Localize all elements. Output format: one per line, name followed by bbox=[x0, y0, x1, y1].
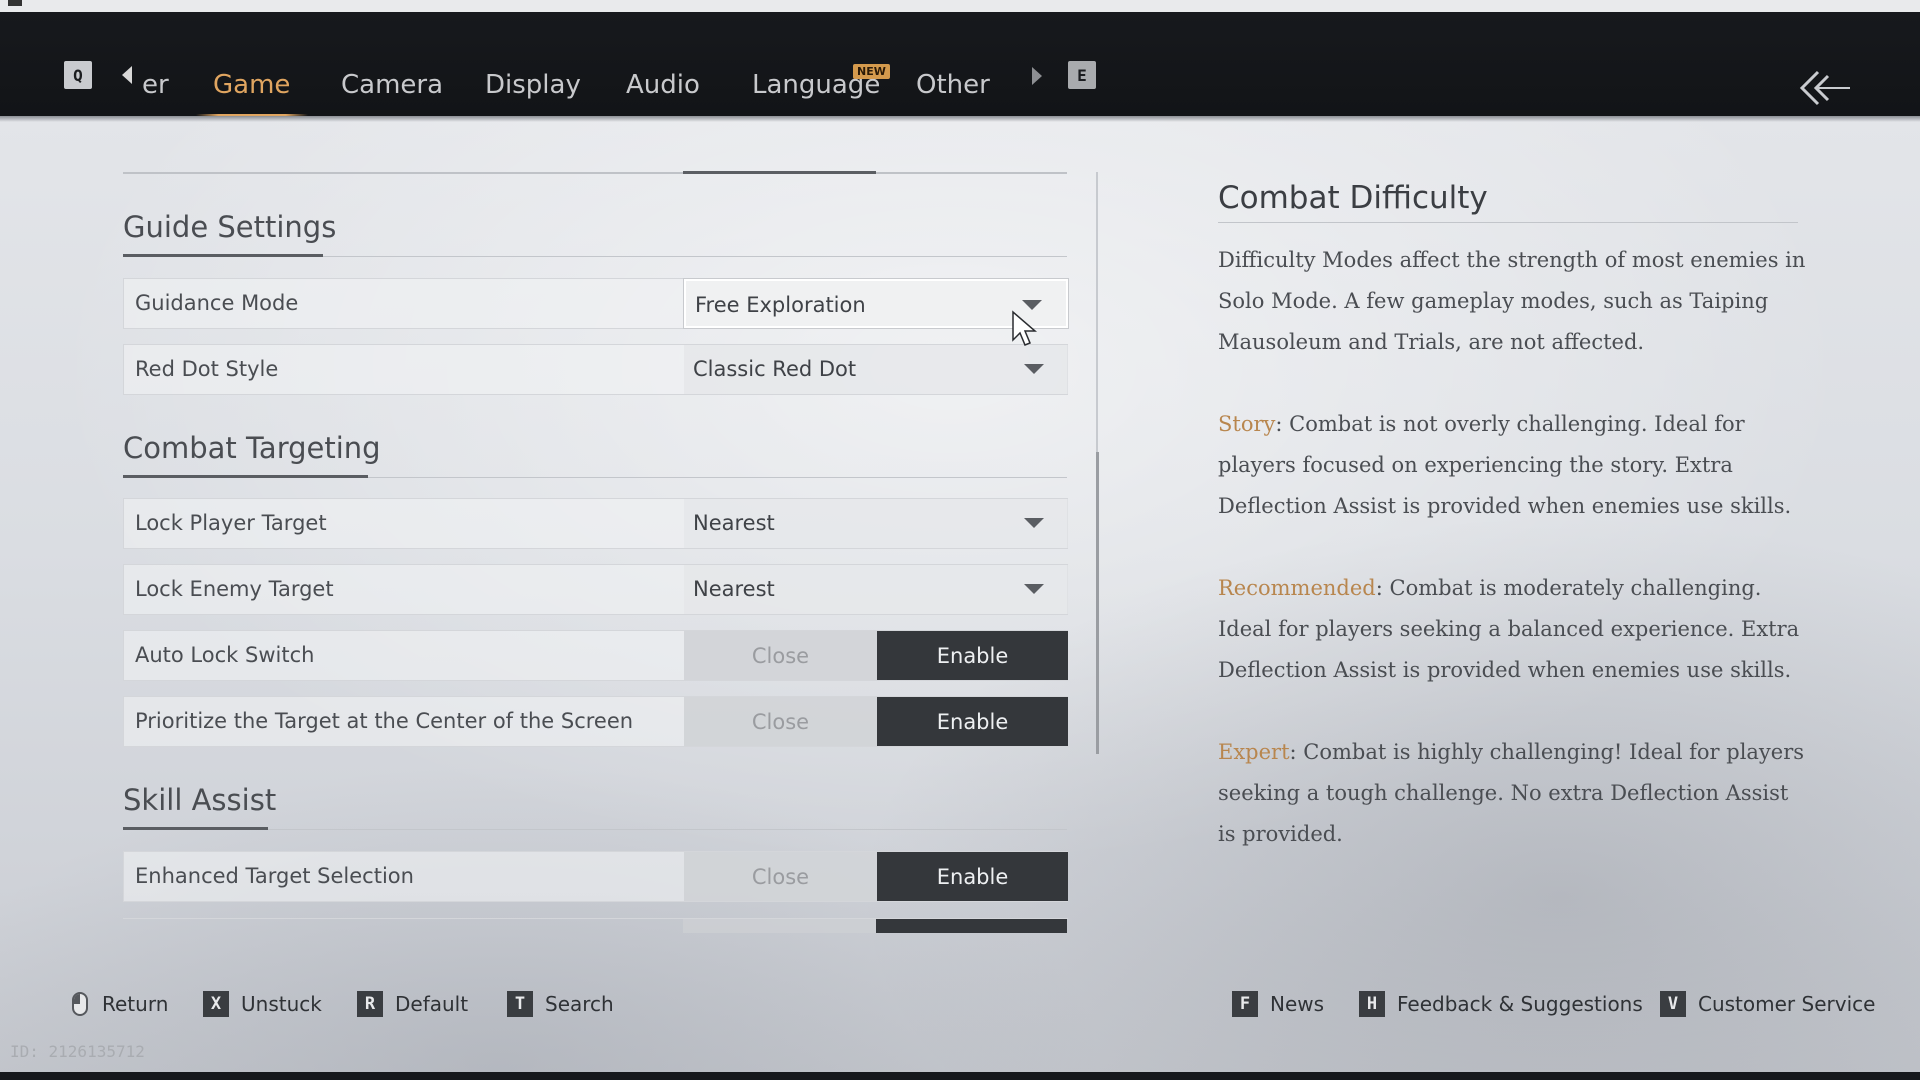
section-accent bbox=[123, 254, 323, 257]
setting-row-auto-lock-switch: Auto Lock Switch Close Enable bbox=[123, 630, 1068, 681]
enable-toggle-button[interactable]: Enable bbox=[877, 631, 1068, 680]
customer-service-hint[interactable]: V Customer Service bbox=[1660, 990, 1875, 1018]
mouse-cursor-icon bbox=[1012, 310, 1038, 346]
setting-label: Red Dot Style bbox=[135, 357, 279, 381]
mouse-icon bbox=[72, 992, 88, 1016]
hint-label: News bbox=[1270, 992, 1325, 1016]
red-dot-style-dropdown[interactable]: Classic Red Dot bbox=[684, 345, 1068, 394]
description-mode-expert: Expert: Combat is highly challenging! Id… bbox=[1218, 732, 1808, 855]
tab-display[interactable]: Display bbox=[485, 70, 581, 100]
setting-label: Lock Player Target bbox=[135, 511, 327, 535]
setting-label: Guidance Mode bbox=[135, 291, 299, 315]
chevron-down-icon bbox=[1024, 584, 1044, 594]
mode-text: : Combat is highly challenging! Ideal fo… bbox=[1218, 740, 1805, 846]
settings-tab-bar: Q er Game Camera Display Audio Language … bbox=[0, 12, 1920, 117]
next-tab-arrow-icon[interactable] bbox=[1032, 67, 1042, 85]
description-mode-recommended: Recommended: Combat is moderately challe… bbox=[1218, 568, 1808, 691]
prev-tab-key[interactable]: Q bbox=[64, 61, 92, 89]
hint-label: Default bbox=[395, 992, 469, 1016]
chevron-down-icon bbox=[1024, 518, 1044, 528]
tab-controller-partial[interactable]: er bbox=[142, 70, 169, 100]
horizontal-scroll-thumb[interactable] bbox=[683, 171, 876, 174]
player-id: ID: 2126135712 bbox=[10, 1042, 145, 1061]
hotkey-t: T bbox=[507, 991, 533, 1017]
setting-row-enhanced-target-selection: Enhanced Target Selection Close Enable bbox=[123, 851, 1068, 902]
hint-label: Search bbox=[545, 992, 614, 1016]
close-toggle-button[interactable]: Close bbox=[684, 631, 877, 680]
horizontal-scroll-track bbox=[123, 172, 1067, 174]
setting-row-lock-enemy-target: Lock Enemy Target Nearest bbox=[123, 564, 1068, 615]
setting-label: Auto Lock Switch bbox=[135, 643, 315, 667]
description-title: Combat Difficulty bbox=[1218, 180, 1488, 216]
enable-toggle-button[interactable] bbox=[876, 919, 1067, 933]
description-mode-story: Story: Combat is not overly challenging.… bbox=[1218, 404, 1808, 527]
section-title-skill-assist: Skill Assist bbox=[123, 783, 277, 817]
setting-row-lock-player-target: Lock Player Target Nearest bbox=[123, 498, 1068, 549]
setting-row-red-dot-style: Red Dot Style Classic Red Dot bbox=[123, 344, 1068, 395]
app-icon bbox=[8, 0, 22, 6]
back-double-chevron-icon[interactable] bbox=[1796, 68, 1852, 108]
mode-name: Story bbox=[1218, 412, 1276, 436]
dropdown-value: Nearest bbox=[693, 511, 775, 535]
section-accent bbox=[123, 827, 268, 830]
description-intro: Difficulty Modes affect the strength of … bbox=[1218, 248, 1806, 354]
tab-camera[interactable]: Camera bbox=[341, 70, 443, 100]
hotkey-h: H bbox=[1359, 991, 1385, 1017]
setting-row-prioritize-center-target: Prioritize the Target at the Center of t… bbox=[123, 696, 1068, 747]
section-title-guide-settings: Guide Settings bbox=[123, 210, 337, 244]
default-hint[interactable]: R Default bbox=[357, 990, 468, 1018]
feedback-hint[interactable]: H Feedback & Suggestions bbox=[1359, 990, 1643, 1018]
close-toggle-button[interactable]: Close bbox=[684, 852, 877, 901]
tab-game[interactable]: Game bbox=[213, 70, 290, 100]
setting-label: Enhanced Target Selection bbox=[135, 864, 414, 888]
section-title-combat-targeting: Combat Targeting bbox=[123, 431, 381, 465]
hotkey-x: X bbox=[203, 991, 229, 1017]
hotkey-v: V bbox=[1660, 991, 1686, 1017]
setting-label: Prioritize the Target at the Center of t… bbox=[135, 709, 634, 733]
mode-name: Recommended bbox=[1218, 576, 1376, 600]
bottom-bar bbox=[0, 1072, 1920, 1080]
vertical-scrollbar-thumb[interactable] bbox=[1096, 452, 1099, 754]
description-rule bbox=[1218, 222, 1798, 223]
hint-label: Customer Service bbox=[1698, 992, 1876, 1016]
close-toggle-button[interactable] bbox=[683, 919, 876, 933]
setting-row-partial bbox=[123, 918, 1068, 933]
lock-enemy-target-dropdown[interactable]: Nearest bbox=[684, 565, 1068, 614]
tab-other[interactable]: Other bbox=[916, 70, 990, 100]
unstuck-hint[interactable]: X Unstuck bbox=[203, 990, 322, 1018]
enable-toggle-button[interactable]: Enable bbox=[877, 852, 1068, 901]
hotkey-f: F bbox=[1232, 991, 1258, 1017]
prev-tab-arrow-icon[interactable] bbox=[122, 66, 132, 84]
tab-audio[interactable]: Audio bbox=[626, 70, 700, 100]
return-hint[interactable]: Return bbox=[72, 990, 168, 1018]
news-hint[interactable]: F News bbox=[1232, 990, 1324, 1018]
setting-row-guidance-mode: Guidance Mode Free Exploration bbox=[123, 278, 1068, 329]
mode-text: : Combat is not overly challenging. Idea… bbox=[1218, 412, 1792, 518]
dropdown-value: Classic Red Dot bbox=[693, 357, 857, 381]
new-badge: NEW bbox=[853, 64, 890, 79]
hint-label: Return bbox=[102, 992, 169, 1016]
dropdown-value: Nearest bbox=[693, 577, 775, 601]
chevron-down-icon bbox=[1022, 300, 1042, 310]
hint-label: Feedback & Suggestions bbox=[1397, 992, 1643, 1016]
hotkey-r: R bbox=[357, 991, 383, 1017]
enable-toggle-button[interactable]: Enable bbox=[877, 697, 1068, 746]
chevron-down-icon bbox=[1024, 364, 1044, 374]
window-titlebar bbox=[0, 0, 1920, 12]
hint-label: Unstuck bbox=[241, 992, 322, 1016]
setting-label: Lock Enemy Target bbox=[135, 577, 334, 601]
header-shadow bbox=[0, 116, 1920, 122]
section-accent bbox=[123, 475, 368, 478]
next-tab-key[interactable]: E bbox=[1068, 61, 1096, 89]
close-toggle-button[interactable]: Close bbox=[684, 697, 877, 746]
search-hint[interactable]: T Search bbox=[507, 990, 614, 1018]
mode-name: Expert bbox=[1218, 740, 1290, 764]
dropdown-value: Free Exploration bbox=[695, 293, 866, 317]
lock-player-target-dropdown[interactable]: Nearest bbox=[684, 499, 1068, 548]
